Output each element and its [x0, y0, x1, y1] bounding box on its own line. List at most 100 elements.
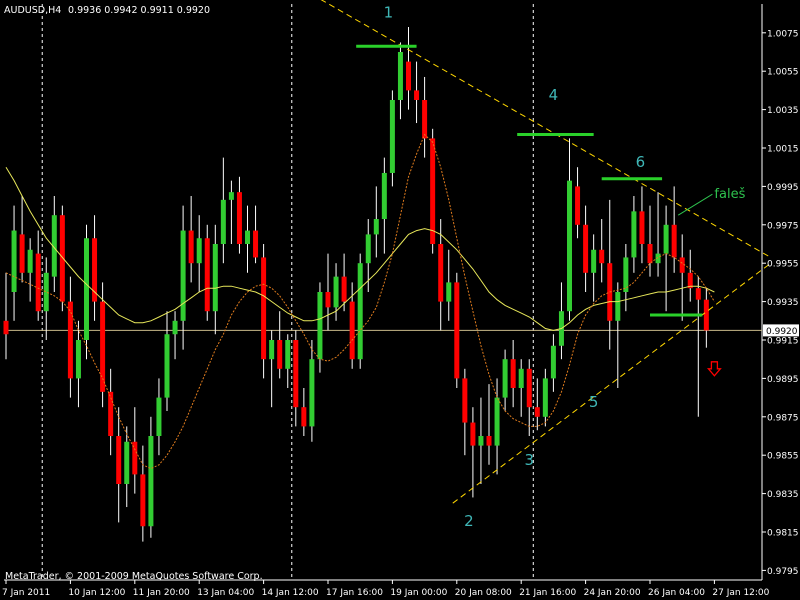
- bear-candle-body: [526, 368, 532, 408]
- bear-candle-body: [253, 230, 259, 258]
- bear-candle-body: [486, 436, 492, 446]
- bull-candle-body: [212, 244, 218, 312]
- bear-candle-body: [100, 301, 106, 392]
- y-tick-label: 0.9995: [767, 183, 799, 193]
- y-tick-label: 1.0075: [767, 29, 799, 39]
- bull-candle-body: [317, 292, 323, 360]
- bear-candle-body: [261, 257, 267, 360]
- bear-candle-body: [430, 138, 436, 244]
- candle-44: [357, 253, 363, 369]
- y-tick-label: 1.0035: [767, 106, 799, 116]
- bull-candle-body: [550, 345, 556, 379]
- price-tag-text: 0.9920: [766, 327, 798, 337]
- bear-candle-body: [293, 340, 299, 408]
- bull-candle-body: [494, 397, 500, 446]
- bull-candle-body: [357, 263, 363, 360]
- bull-candle-body: [631, 211, 637, 258]
- bull-candle-body: [148, 436, 154, 527]
- chart-symbol: AUDUSD,H4: [4, 5, 61, 16]
- bear-candle-body: [599, 249, 605, 264]
- bear-candle-body: [349, 301, 355, 360]
- bull-candle-body: [502, 359, 508, 398]
- bull-candle-body: [615, 292, 621, 321]
- y-tick-label: 0.9815: [767, 529, 799, 539]
- wave-label-2: 2: [464, 512, 474, 530]
- y-tick-label: 0.9875: [767, 413, 799, 423]
- bull-candle-body: [663, 224, 669, 254]
- bull-candle-body: [124, 441, 130, 484]
- bear-candle-body: [341, 276, 347, 302]
- x-tick-label: 14 Jan 12:00: [262, 588, 319, 598]
- y-tick-label: 0.9795: [767, 567, 799, 577]
- y-tick-label: 1.0055: [767, 68, 799, 78]
- bull-candle-body: [381, 172, 387, 220]
- bear-candle-body: [695, 288, 701, 300]
- bull-candle-body: [196, 238, 202, 264]
- x-tick-label: 10 Jan 12:00: [68, 588, 125, 598]
- wave-label-4: 4: [549, 86, 559, 104]
- bear-candle-body: [406, 61, 411, 91]
- bear-candle-body: [647, 244, 653, 264]
- bear-candle-body: [236, 192, 242, 244]
- bear-candle-body: [116, 436, 122, 484]
- bear-candle-body: [35, 253, 41, 312]
- bull-candle-body: [397, 52, 403, 100]
- bull-candle-body: [269, 340, 275, 360]
- bull-candle-body: [172, 320, 178, 335]
- bear-candle-body: [59, 215, 65, 302]
- bull-candle-body: [446, 282, 452, 302]
- bull-candle-body: [365, 234, 371, 264]
- bear-candle-body: [454, 282, 460, 379]
- bear-candle-body: [414, 90, 420, 100]
- price-axis: 1.0075 1.0055 1.0035 1.0015 0.9995 0.9975 0.99…: [762, 29, 799, 577]
- bear-candle-body: [19, 234, 25, 273]
- bull-candle-body: [164, 334, 170, 398]
- bull-candle-body: [11, 230, 17, 292]
- bull-candle-body: [245, 230, 250, 244]
- candle-53: [430, 128, 436, 254]
- bear-candle-body: [3, 320, 9, 335]
- candle-56: [454, 272, 460, 388]
- y-tick-label: 0.9975: [767, 221, 799, 231]
- wave-label-1: 1: [384, 3, 394, 21]
- bear-candle-body: [325, 292, 331, 308]
- bull-candle-body: [478, 436, 484, 446]
- bull-candle-body: [285, 340, 291, 369]
- bear-candle-body: [301, 407, 307, 427]
- bull-candle-body: [591, 249, 597, 273]
- wave-label-5: 5: [589, 393, 599, 411]
- candle-25: [204, 224, 210, 321]
- bear-candle-body: [470, 422, 476, 446]
- price-chart[interactable]: 1 2 3 4 5 6 faleš 1.0075 1.0055 1.0035 1.0015 0.9…: [0, 0, 800, 600]
- x-tick-label: 20 Jan 08:00: [455, 588, 512, 598]
- x-tick-label: 11 Jan 20:00: [133, 588, 190, 598]
- y-tick-label: 0.9935: [767, 298, 799, 308]
- bear-candle-body: [204, 238, 210, 312]
- x-tick-label: 24 Jan 20:00: [584, 588, 641, 598]
- bull-candle-body: [389, 100, 395, 173]
- y-tick-label: 0.9855: [767, 452, 799, 462]
- wave-label-6: 6: [636, 153, 646, 171]
- bear-candle-body: [422, 100, 428, 139]
- bull-candle-body: [518, 368, 524, 388]
- bull-candle-body: [220, 199, 226, 244]
- bear-candle-body: [583, 224, 589, 273]
- bear-candle-body: [140, 474, 146, 527]
- y-tick-label: 0.9895: [767, 375, 799, 385]
- candle-10: [84, 224, 89, 360]
- chart-ohlc-values: 0.9936 0.9942 0.9911 0.9920: [68, 5, 210, 16]
- bear-candle-body: [438, 244, 444, 302]
- last-price-tag: 0.9920: [763, 324, 799, 337]
- bull-candle-body: [27, 249, 33, 273]
- bull-candle-body: [567, 180, 572, 312]
- bull-candle-body: [333, 276, 339, 308]
- candle-7: [59, 205, 65, 312]
- bear-candle-body: [277, 340, 283, 369]
- bull-candle-body: [156, 397, 162, 436]
- bull-candle-body: [542, 378, 548, 417]
- x-tick-label: 17 Jan 16:00: [326, 588, 383, 598]
- bull-candle-body: [180, 230, 186, 321]
- bear-candle-body: [671, 224, 677, 258]
- bull-candle-body: [309, 359, 315, 427]
- bull-candle-body: [228, 192, 234, 200]
